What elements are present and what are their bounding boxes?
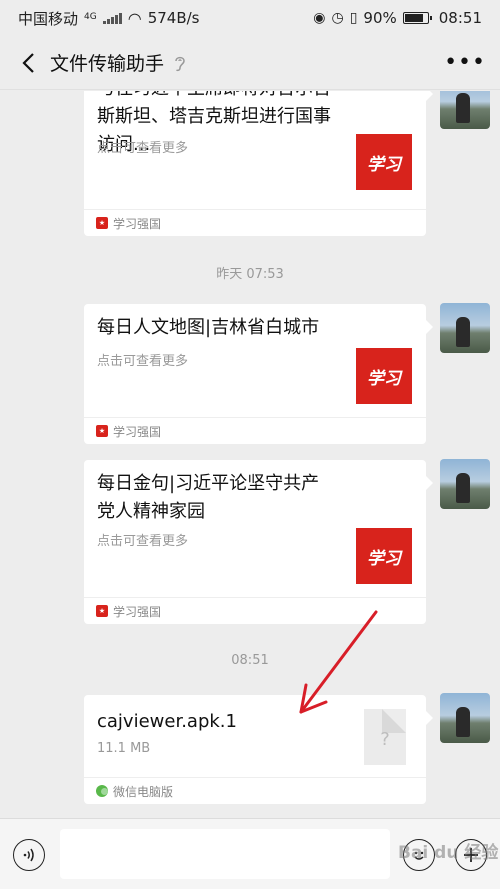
source-name: 学习强国 (113, 424, 162, 439)
battery-percent: 90% (363, 9, 397, 27)
back-icon[interactable] (14, 49, 42, 77)
article-title: 每日人文地图|吉林省白城市 (97, 317, 320, 338)
article-card[interactable]: 每日人文地图|吉林省白城市 点击可查看更多 学习 ★ 学习强国 (84, 304, 433, 444)
avatar[interactable] (440, 91, 490, 129)
emoji-button[interactable] (403, 839, 435, 871)
timestamp: 昨天 07:53 (216, 267, 284, 282)
xuexi-logo-thumbnail: 学习 (356, 134, 412, 190)
wifi-icon: ◠ (127, 8, 142, 28)
source-name: 学习强国 (113, 604, 162, 619)
vibrate-icon: ▯ (349, 10, 358, 26)
avatar[interactable] (440, 693, 490, 743)
status-left: 中国移动 4G ◠ 574B/s (18, 8, 199, 29)
unknown-file-icon: ? (364, 709, 406, 765)
article-title: 每日金句|习近平论坚守共产党人精神家园 (97, 473, 320, 522)
emoji-icon (414, 851, 424, 860)
wechat-pc-icon (96, 785, 108, 797)
card-source: ★ 学习强国 (84, 597, 426, 624)
source-name: 微信电脑版 (113, 784, 174, 799)
card-source: 微信电脑版 (84, 777, 426, 804)
file-name: cajviewer.apk.1 (97, 711, 237, 732)
card-source: ★ 学习强国 (84, 417, 426, 444)
avatar[interactable] (440, 459, 490, 509)
status-bar: 中国移动 4G ◠ 574B/s ◉ ◷ ▯ 90% 08:51 (0, 0, 500, 36)
status-right: ◉ ◷ ▯ 90% 08:51 (313, 9, 482, 27)
avatar[interactable] (440, 303, 490, 353)
xuexi-app-icon: ★ (96, 217, 108, 229)
network-speed: 574B/s (147, 9, 200, 27)
voice-icon (23, 848, 34, 862)
card-source: ★ 学习强国 (84, 209, 426, 236)
eye-icon: ◉ (313, 10, 326, 26)
battery-icon (402, 12, 432, 24)
xuexi-app-icon: ★ (96, 425, 108, 437)
chat-title: 文件传输助手 (50, 53, 165, 75)
source-name: 学习强国 (113, 216, 162, 231)
timestamp: 08:51 (231, 653, 269, 668)
alarm-icon: ◷ (331, 10, 344, 26)
input-bar (0, 818, 500, 889)
chat-message-list[interactable]: 与往习近平主席即将对吉尔吉斯斯坦、塔吉克斯坦进行国事访问... 点击可查看更多 … (0, 91, 500, 818)
file-card[interactable]: cajviewer.apk.1 11.1 MB ? 微信电脑版 (84, 695, 433, 804)
status-time: 08:51 (438, 9, 482, 27)
file-icon-mark: ? (380, 729, 390, 750)
article-desc: 点击可查看更多 (97, 534, 189, 549)
xuexi-app-icon: ★ (96, 605, 108, 617)
file-size: 11.1 MB (97, 741, 151, 756)
message-input[interactable] (60, 829, 390, 879)
signal-icon (102, 12, 122, 24)
voice-input-button[interactable] (13, 839, 45, 871)
network-type: 4G (84, 11, 97, 22)
xuexi-logo-thumbnail: 学习 (356, 348, 412, 404)
article-card[interactable]: 每日金句|习近平论坚守共产党人精神家园 点击可查看更多 学习 ★ 学习强国 (84, 460, 433, 624)
ear-icon (175, 56, 185, 71)
xuexi-logo-thumbnail: 学习 (356, 528, 412, 584)
more-options-icon[interactable]: ••• (444, 50, 486, 75)
carrier-name: 中国移动 (18, 9, 79, 28)
article-desc: 点击可查看更多 (97, 354, 189, 369)
plus-icon (464, 848, 478, 862)
more-functions-button[interactable] (455, 839, 487, 871)
article-desc: 点击可查看更多 (97, 141, 189, 156)
nav-bar: 文件传输助手 ••• (0, 36, 500, 90)
article-card[interactable]: 与往习近平主席即将对吉尔吉斯斯坦、塔吉克斯坦进行国事访问... 点击可查看更多 … (84, 91, 433, 236)
